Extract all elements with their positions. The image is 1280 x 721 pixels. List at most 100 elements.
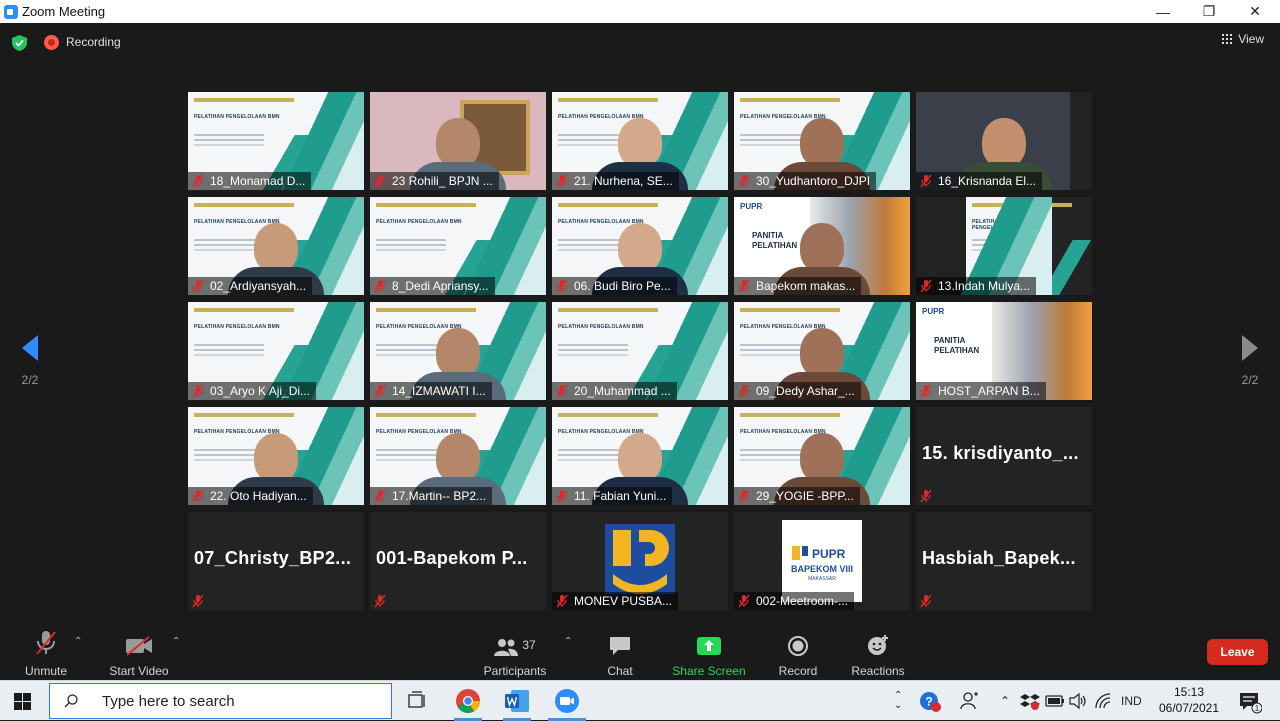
- battery-icon[interactable]: [1045, 692, 1065, 710]
- participant-tile[interactable]: 23 Rohili_ BPJN ...: [370, 92, 546, 190]
- minimize-button[interactable]: —: [1140, 0, 1186, 23]
- zoom-app-icon: [4, 4, 18, 19]
- participant-tile[interactable]: PELATIHAN PENGELOLAAN BMN 17.Martin-- BP2…: [370, 407, 546, 505]
- volume-icon[interactable]: [1068, 692, 1088, 710]
- chrome-icon[interactable]: [454, 687, 482, 715]
- participant-name: 23 Rohili_ BPJN ...: [392, 174, 493, 188]
- notifications-icon[interactable]: 1: [1238, 690, 1262, 714]
- taskbar-search-box[interactable]: Type here to search: [49, 683, 392, 719]
- participant-tile[interactable]: PELATIHAN PENGELOLAAN BMN 29_YOGIE -BPP..…: [734, 407, 910, 505]
- muted-microphone-icon: [556, 384, 568, 398]
- participant-tile[interactable]: PUPR PANITIA PELATIHAN Bapekom makas...: [734, 197, 910, 295]
- wifi-icon[interactable]: [1094, 692, 1114, 710]
- participant-name-bar: 11. Fabian Yuni...: [552, 487, 673, 505]
- word-icon[interactable]: [503, 687, 531, 715]
- participant-name: HOST_ARPAN B...: [938, 384, 1040, 398]
- participant-tile[interactable]: PELATIHAN PENGELOLAAN BMN 8_Dedi Apriansy…: [370, 197, 546, 295]
- next-page-button[interactable]: 2/2: [1235, 335, 1265, 387]
- smiley-reaction-icon: [868, 635, 888, 655]
- participant-tile[interactable]: PELATIHAN PENGELOLAAN BMN 06. Budi Biro P…: [552, 197, 728, 295]
- clock-date: 06/07/2021: [1158, 701, 1220, 715]
- participant-tile[interactable]: PELATIHAN PENGELOLAAN BMN 09_Dedy Ashar_.…: [734, 302, 910, 400]
- muted-microphone-icon: [556, 594, 568, 608]
- participant-name: 17.Martin-- BP2...: [392, 489, 487, 503]
- participant-tile[interactable]: 07_Christy_BP2...: [188, 512, 364, 610]
- participant-tile[interactable]: PUPR PANITIA PELATIHAN HOST_ARPAN B...: [916, 302, 1092, 400]
- input-language-indicator[interactable]: IND: [1121, 681, 1142, 721]
- maximize-button[interactable]: ❐: [1186, 0, 1232, 23]
- bapekom-logo-icon: PUPR BAPEKOM VIII MAKASSAR: [791, 546, 853, 582]
- unmute-label: Unmute: [24, 664, 68, 678]
- reactions-label: Reactions: [851, 664, 905, 678]
- chat-button[interactable]: Chat: [600, 626, 640, 680]
- participant-tile[interactable]: PELATIHAN PENGELOLAAN BMN 11. Fabian Yuni…: [552, 407, 728, 505]
- participant-name-bar: 21. Nurhena, SE...: [552, 172, 679, 190]
- share-screen-button[interactable]: Share Screen: [670, 626, 748, 680]
- recording-label: Recording: [66, 35, 121, 49]
- participant-tile[interactable]: PELATIHAN PENGELOLAAN BMN 02_Ardiyansyah.…: [188, 197, 364, 295]
- recording-indicator-icon: [44, 35, 59, 50]
- pupr-brand-text: PUPR: [740, 202, 763, 211]
- slide-title: PELATIHAN PENGELOLAAN BMN: [194, 324, 280, 330]
- participant-name-bar: 22. Oto Hadiyan...: [188, 487, 313, 505]
- muted-microphone-icon: [192, 174, 204, 188]
- previous-page-button[interactable]: 2/2: [15, 335, 45, 387]
- participants-button[interactable]: 37 Participants: [480, 626, 550, 680]
- reactions-button[interactable]: Reactions: [848, 626, 908, 680]
- muted-microphone-icon: [192, 594, 204, 608]
- participants-options-chevron-icon[interactable]: ⌃: [564, 637, 572, 647]
- bapekom-city: MAKASSAR: [808, 576, 836, 582]
- close-icon: ✕: [1249, 3, 1261, 19]
- audio-options-chevron-icon[interactable]: ⌃: [74, 637, 82, 647]
- participant-tile[interactable]: PELATIHAN PENGELOLAAN BMN 18_Monamad D...: [188, 92, 364, 190]
- zoom-taskbar-icon[interactable]: [553, 687, 581, 715]
- taskbar-clock[interactable]: 15:13 06/07/2021: [1150, 684, 1228, 716]
- participant-tile[interactable]: PUPR BAPEKOM VIII MAKASSAR 002-Meetroom-...: [734, 512, 910, 610]
- participant-tile[interactable]: 15. krisdiyanto_...: [916, 407, 1092, 505]
- bapekom-brand: PUPR: [812, 547, 846, 561]
- hidden-icons-chevron[interactable]: ⌃: [1000, 681, 1010, 721]
- participant-tile[interactable]: PELATIHAN PENGELOLAAN BMN 03_Aryo K Aji_D…: [188, 302, 364, 400]
- gallery-grid: PELATIHAN PENGELOLAAN BMN 18_Monamad D...…: [188, 92, 1092, 610]
- participant-name-bar: 23 Rohili_ BPJN ...: [370, 172, 499, 190]
- participant-tile[interactable]: PELATIHAN PENGELOLAAN BMN 20_Muhammad ...: [552, 302, 728, 400]
- video-options-chevron-icon[interactable]: ⌃: [172, 637, 180, 647]
- language-label: IND: [1121, 694, 1142, 708]
- participant-tile[interactable]: 001-Bapekom P...: [370, 512, 546, 610]
- participant-tile[interactable]: PELATIHAN PENGELOLAAN BMN 14_IZMAWATI I..…: [370, 302, 546, 400]
- participant-tile[interactable]: PELATIHAN PENGELOLAAN BMN 30_Yudhantoro_D…: [734, 92, 910, 190]
- participant-tile[interactable]: Hasbiah_Bapek...: [916, 512, 1092, 610]
- page-indicator-left: 2/2: [21, 373, 39, 387]
- unmute-button[interactable]: Unmute: [18, 626, 74, 680]
- record-button[interactable]: Record: [776, 626, 820, 680]
- muted-microphone-icon: [374, 279, 386, 293]
- slide-title: PELATIHAN PENGELOLAAN BMN: [376, 219, 462, 225]
- participant-name-bar: HOST_ARPAN B...: [916, 382, 1046, 400]
- participant-name: Bapekom makas...: [756, 279, 856, 293]
- leave-button[interactable]: Leave: [1207, 639, 1268, 665]
- muted-microphone-icon: [920, 174, 932, 188]
- pupr-logo-icon: [605, 524, 675, 594]
- view-button[interactable]: View: [1222, 32, 1264, 46]
- participant-name-bar: 06. Budi Biro Pe...: [552, 277, 677, 295]
- encryption-shield-icon[interactable]: [12, 35, 27, 51]
- participant-tile[interactable]: 16_Krisnanda El...: [916, 92, 1092, 190]
- participant-tile[interactable]: MONEV PUSBA...: [552, 512, 728, 610]
- arrow-right-icon: [1242, 335, 1258, 361]
- start-video-button[interactable]: Start Video: [104, 626, 174, 680]
- participant-name-bar: 16_Krisnanda El...: [916, 172, 1043, 190]
- muted-microphone-icon: [738, 594, 750, 608]
- close-button[interactable]: ✕: [1232, 0, 1278, 23]
- participant-name-bar: 18_Monamad D...: [188, 172, 312, 190]
- share-screen-arrow-icon: [697, 637, 721, 655]
- tray-scroll-arrows[interactable]: ⌃ ⌄: [894, 681, 902, 721]
- participant-name: 30_Yudhantoro_DJPI: [756, 174, 871, 188]
- people-icon[interactable]: [960, 691, 980, 711]
- participant-tile[interactable]: PELATIHAN PENGELOLAAN BMN13.Indah Mulya.…: [916, 197, 1092, 295]
- participant-tile[interactable]: PELATIHAN PENGELOLAAN BMN 21. Nurhena, SE…: [552, 92, 728, 190]
- help-badge-icon[interactable]: ?: [918, 689, 942, 713]
- windows-start-icon[interactable]: [14, 693, 31, 710]
- dropbox-icon[interactable]: [1020, 691, 1040, 711]
- task-view-icon[interactable]: [403, 687, 431, 715]
- participant-tile[interactable]: PELATIHAN PENGELOLAAN BMN 22. Oto Hadiyan…: [188, 407, 364, 505]
